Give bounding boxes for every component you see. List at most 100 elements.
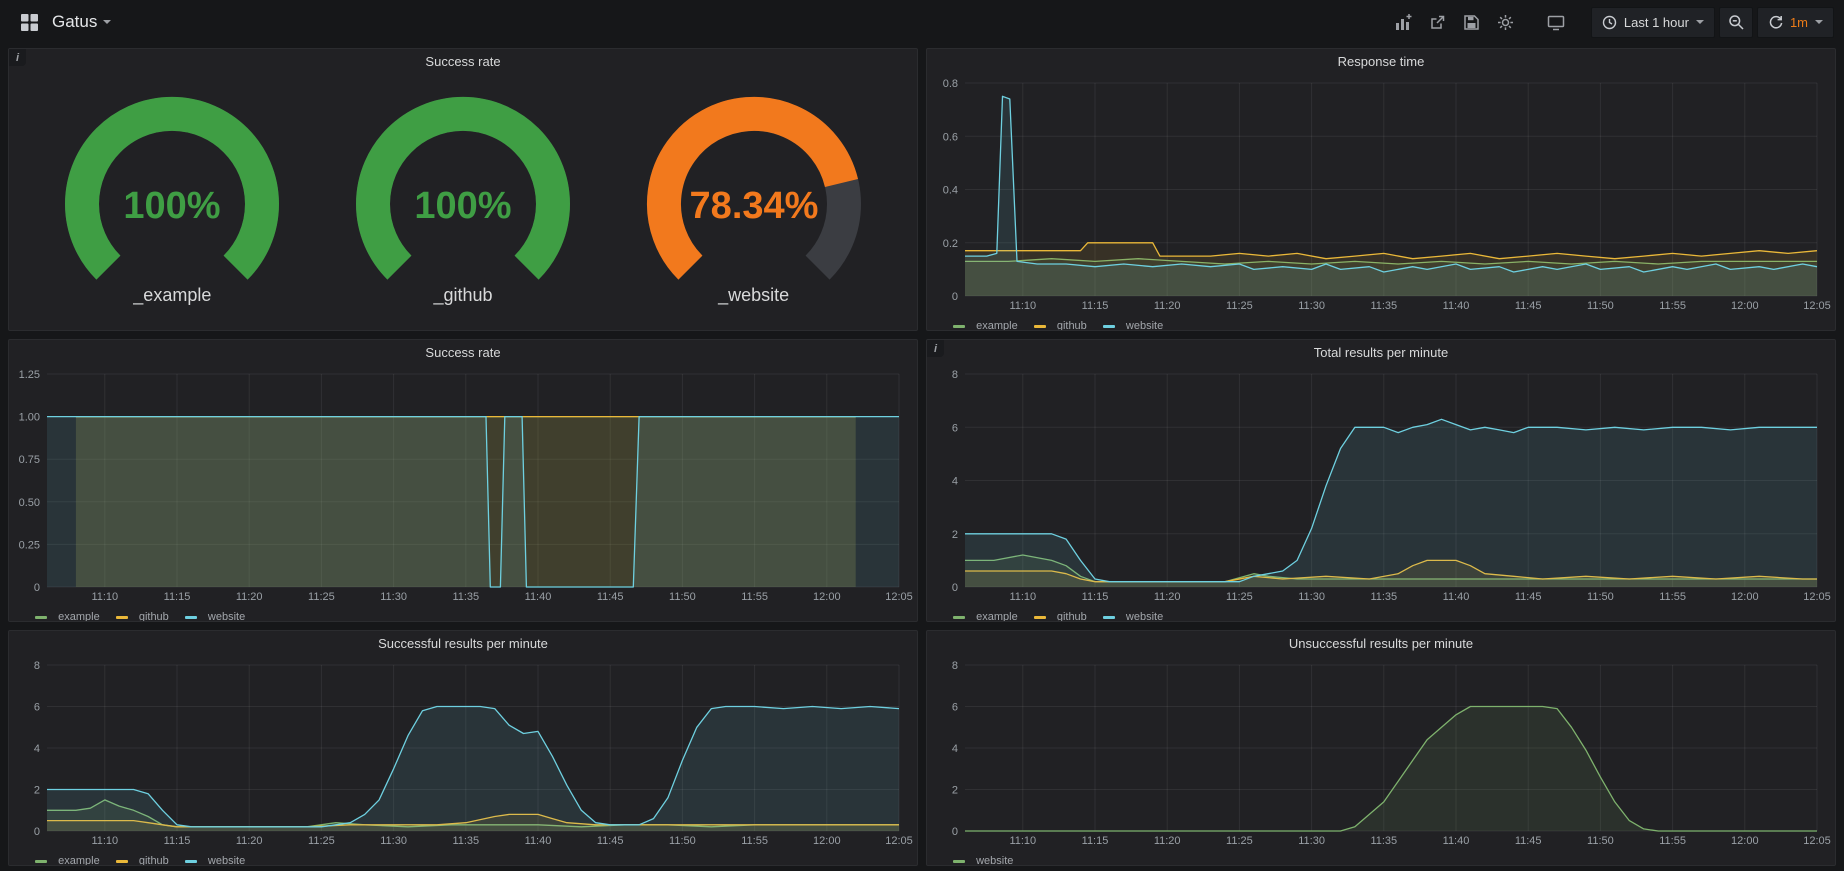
chart-canvas[interactable]: 00.20.40.60.811:1011:1511:2011:2511:3011… (927, 75, 1835, 312)
panel-title[interactable]: Unsuccessful results per minute (927, 631, 1835, 657)
x-tick-label: 11:35 (452, 591, 479, 603)
x-tick-label: 11:30 (380, 591, 407, 603)
legend-item-_website[interactable]: _website (953, 855, 1013, 865)
gauge-_github: 100% _github (338, 94, 588, 306)
x-tick-label: 11:30 (1298, 835, 1325, 847)
x-tick-label: 11:25 (308, 835, 335, 847)
total-results-chart: 0246811:1011:1511:2011:2511:3011:3511:40… (927, 366, 1835, 621)
info-icon[interactable]: i (9, 49, 26, 66)
navbar-left: Gatus (14, 7, 111, 37)
zoom-out-icon (1728, 14, 1744, 30)
x-tick-label: 11:50 (669, 591, 696, 603)
y-tick-label: 0.50 (19, 497, 40, 509)
x-tick-label: 12:00 (813, 835, 841, 847)
gauge-value: 100% (414, 185, 511, 227)
chart-canvas[interactable]: 00.250.500.751.001.2511:1011:1511:2011:2… (9, 366, 917, 603)
legend-item-_example[interactable]: _example (35, 855, 100, 865)
legend-item-_example[interactable]: _example (953, 320, 1018, 330)
dashboard-grid: i Success rate 100% _example 100% _githu… (0, 44, 1844, 871)
legend-item-_website[interactable]: _website (1103, 611, 1163, 621)
refresh-interval-picker[interactable]: 1m (1757, 7, 1834, 38)
y-tick-label: 0.6 (943, 131, 958, 143)
x-tick-label: 12:05 (1803, 591, 1831, 603)
chevron-down-icon (103, 20, 111, 24)
y-tick-label: 8 (952, 369, 958, 381)
x-tick-label: 11:40 (1443, 835, 1470, 847)
legend-item-_github[interactable]: _github (116, 611, 169, 621)
x-tick-label: 11:15 (164, 835, 191, 847)
legend-swatch (953, 860, 965, 863)
x-tick-label: 11:40 (525, 835, 552, 847)
save-button[interactable] (1457, 7, 1487, 37)
chart-legend: _example _github _website (927, 608, 1835, 621)
share-button[interactable] (1423, 7, 1453, 37)
tv-mode-button[interactable] (1541, 7, 1571, 37)
chart-canvas[interactable]: 0246811:1011:1511:2011:2511:3011:3511:40… (9, 657, 917, 847)
legend-item-_example[interactable]: _example (35, 611, 100, 621)
y-tick-label: 1.00 (19, 412, 40, 424)
x-tick-label: 11:30 (1298, 300, 1325, 312)
x-tick-label: 11:45 (1515, 591, 1542, 603)
legend-item-_example[interactable]: _example (953, 611, 1018, 621)
dashboard-grid-button[interactable] (14, 7, 44, 37)
x-tick-label: 12:05 (1803, 300, 1831, 312)
y-tick-label: 0 (952, 291, 958, 303)
x-tick-label: 11:25 (1226, 835, 1253, 847)
legend-item-_website[interactable]: _website (1103, 320, 1163, 330)
legend-item-_github[interactable]: _github (116, 855, 169, 865)
y-tick-label: 1.25 (19, 369, 40, 381)
gauge-value: 100% (124, 185, 221, 227)
info-icon[interactable]: i (927, 340, 944, 357)
chart-canvas[interactable]: 0246811:1011:1511:2011:2511:3011:3511:40… (927, 657, 1835, 847)
dashboard-title: Gatus (52, 12, 97, 32)
settings-button[interactable] (1491, 7, 1521, 37)
legend-item-_github[interactable]: _github (1034, 320, 1087, 330)
y-tick-label: 2 (952, 529, 958, 541)
legend-item-_website[interactable]: _website (185, 855, 245, 865)
panel-title[interactable]: Success rate (9, 49, 917, 75)
series-fill-_website (965, 419, 1817, 587)
zoom-out-button[interactable] (1719, 7, 1753, 38)
y-tick-label: 4 (952, 476, 958, 488)
x-tick-label: 11:15 (164, 591, 191, 603)
navbar-right: Last 1 hour 1m (1389, 7, 1834, 38)
y-tick-label: 6 (952, 702, 958, 714)
success-rate-chart: 00.250.500.751.001.2511:1011:1511:2011:2… (9, 366, 917, 621)
x-tick-label: 11:15 (1082, 300, 1109, 312)
legend-item-_github[interactable]: _github (1034, 611, 1087, 621)
chevron-down-icon (1696, 20, 1704, 24)
x-tick-label: 11:55 (741, 591, 768, 603)
x-tick-label: 11:40 (525, 591, 552, 603)
legend-swatch (953, 616, 965, 619)
time-range-picker[interactable]: Last 1 hour (1591, 7, 1715, 38)
y-tick-label: 0.8 (943, 78, 958, 90)
legend-swatch (116, 616, 128, 619)
dashboard-title-button[interactable]: Gatus (52, 12, 111, 32)
x-tick-label: 11:10 (1009, 835, 1036, 847)
add-panel-button[interactable] (1389, 7, 1419, 37)
y-tick-label: 0.75 (19, 454, 40, 466)
legend-swatch (185, 860, 197, 863)
panel-title[interactable]: Success rate (9, 340, 917, 366)
panel-unsuccessful-results: Unsuccessful results per minute 0246811:… (926, 630, 1836, 866)
x-tick-label: 12:00 (1731, 591, 1759, 603)
unsuccessful-results-chart: 0246811:1011:1511:2011:2511:3011:3511:40… (927, 657, 1835, 865)
x-tick-label: 11:10 (91, 835, 118, 847)
panel-title[interactable]: Successful results per minute (9, 631, 917, 657)
x-tick-label: 11:10 (1009, 300, 1036, 312)
chart-legend: _example _github _website (9, 608, 917, 621)
y-tick-label: 4 (952, 743, 958, 755)
chart-canvas[interactable]: 0246811:1011:1511:2011:2511:3011:3511:40… (927, 366, 1835, 603)
gauge-_website: 78.34% _website (629, 94, 879, 306)
panel-title[interactable]: Response time (927, 49, 1835, 75)
panel-title[interactable]: Total results per minute (927, 340, 1835, 366)
x-tick-label: 12:00 (1731, 300, 1759, 312)
legend-item-_website[interactable]: _website (185, 611, 245, 621)
x-tick-label: 11:35 (1370, 835, 1397, 847)
x-tick-label: 11:40 (1443, 591, 1470, 603)
x-tick-label: 12:00 (813, 591, 841, 603)
y-tick-label: 0.2 (943, 238, 958, 250)
x-tick-label: 11:30 (1298, 591, 1325, 603)
series-fill-_website (965, 707, 1817, 832)
x-tick-label: 11:25 (308, 591, 335, 603)
